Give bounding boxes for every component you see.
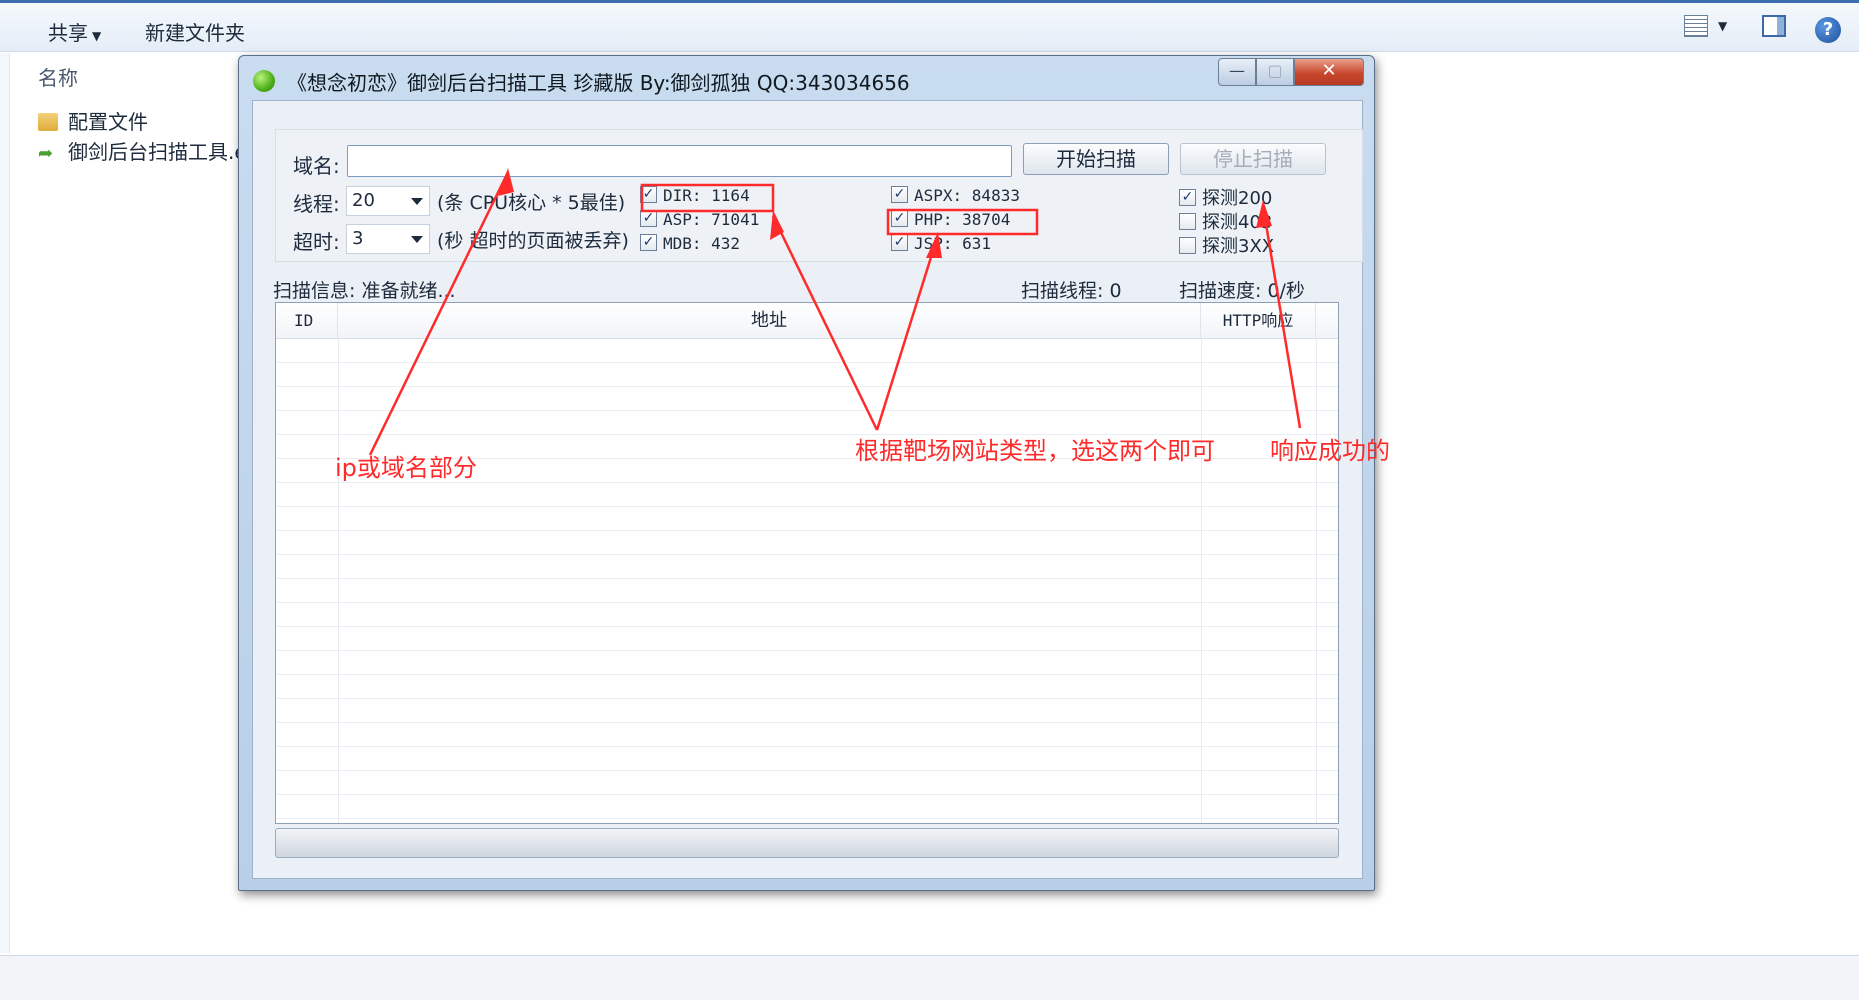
checkbox-box[interactable]: ✓ [891, 186, 908, 203]
checkbox-probe-200[interactable]: ✓ 探测200 [1179, 184, 1272, 210]
threads-value: 20 [352, 190, 375, 211]
domain-input[interactable] [347, 145, 1012, 177]
checkbox-probe-403[interactable]: 探测403 [1179, 208, 1272, 234]
threads-select[interactable]: 20 [346, 186, 430, 216]
column-header-id[interactable]: ID [276, 303, 338, 339]
stop-scan-button[interactable]: 停止扫描 [1180, 143, 1326, 175]
checkbox-box[interactable]: ✓ [640, 210, 657, 227]
checkbox-label: PHP: 38704 [914, 210, 1011, 229]
help-icon[interactable]: ? [1815, 17, 1841, 43]
timeout-label: 超时: [293, 230, 340, 254]
timeout-select[interactable]: 3 [346, 224, 430, 254]
column-header-name[interactable]: 名称 [38, 62, 78, 91]
file-name: 配置文件 [68, 110, 148, 134]
dropdown-arrow-icon[interactable] [411, 236, 423, 243]
preview-pane-icon[interactable] [1762, 15, 1786, 37]
table-header: ID 地址 HTTP响应 [276, 303, 1338, 339]
checkbox-php[interactable]: ✓ PHP: 38704 [891, 210, 1010, 229]
start-scan-button[interactable]: 开始扫描 [1023, 143, 1169, 175]
checkbox-label: ASP: 71041 [663, 210, 760, 229]
timeout-hint: (秒 超时的页面被丢弃) [437, 230, 629, 252]
checkbox-label: ASPX: 84833 [914, 186, 1020, 205]
column-divider [1201, 339, 1202, 823]
checkbox-box[interactable]: ✓ [891, 210, 908, 227]
checkbox-mdb[interactable]: ✓ MDB: 432 [640, 234, 740, 253]
checkbox-box[interactable]: ✓ [640, 234, 657, 251]
list-item[interactable]: 配置文件 [38, 106, 148, 135]
minimize-button[interactable]: — [1218, 58, 1256, 86]
domain-label: 域名: [293, 154, 340, 178]
checkbox-dir[interactable]: ✓ DIR: 1164 [640, 186, 750, 205]
chevron-down-icon: ▼ [92, 29, 102, 43]
annotation-success-note: 响应成功的 [1270, 437, 1390, 465]
column-divider [1316, 339, 1317, 823]
column-header-http-response[interactable]: HTTP响应 [1201, 303, 1316, 339]
share-menu-button[interactable]: 共享 ▼ [48, 17, 101, 46]
share-label: 共享 [48, 21, 88, 45]
checkbox-label: 探测200 [1202, 188, 1273, 209]
results-table[interactable]: ID 地址 HTTP响应 [275, 302, 1339, 824]
chevron-down-icon[interactable]: ▼ [1718, 19, 1727, 33]
scan-info-status: 扫描信息: 准备就绪... [273, 280, 456, 302]
close-button[interactable]: ✕ [1294, 58, 1364, 86]
view-options-icon[interactable] [1684, 15, 1708, 37]
annotation-site-type-note: 根据靶场网站类型，选这两个即可 [855, 437, 1215, 465]
list-item[interactable]: ➦ 御剑后台扫描工具.exe [38, 136, 270, 165]
explorer-status-bar [0, 955, 1859, 1000]
checkbox-label: DIR: 1164 [663, 186, 750, 205]
checkbox-box[interactable] [1179, 212, 1196, 230]
maximize-button[interactable]: ▢ [1256, 58, 1294, 86]
checkbox-box[interactable]: ✓ [640, 186, 657, 203]
checkbox-label: 探测3XX [1202, 236, 1275, 257]
checkbox-label: 探测403 [1202, 212, 1273, 233]
window-title: 《想念初恋》御剑后台扫描工具 珍藏版 By:御剑孤独 QQ:343034656 [287, 71, 910, 95]
app-icon [253, 70, 275, 92]
checkbox-label: MDB: 432 [663, 234, 741, 253]
checkbox-label: JSP: 631 [914, 234, 992, 253]
timeout-value: 3 [352, 228, 364, 249]
column-header-address[interactable]: 地址 [338, 303, 1201, 339]
scan-progress-bar [275, 828, 1339, 858]
checkbox-jsp[interactable]: ✓ JSP: 631 [891, 234, 991, 253]
checkbox-box[interactable]: ✓ [891, 234, 908, 251]
threads-hint: (条 CPU核心 * 5最佳) [437, 192, 626, 214]
window-controls: — ▢ ✕ [1218, 58, 1364, 88]
new-folder-button[interactable]: 新建文件夹 [145, 17, 245, 46]
column-divider [338, 339, 339, 823]
checkbox-probe-3xx[interactable]: 探测3XX [1179, 232, 1274, 258]
threads-label: 线程: [293, 192, 340, 216]
checkbox-box[interactable] [1179, 236, 1196, 254]
scan-speed-status: 扫描速度: 0/秒 [1179, 280, 1305, 302]
checkbox-box[interactable]: ✓ [1179, 188, 1196, 206]
checkbox-asp[interactable]: ✓ ASP: 71041 [640, 210, 759, 229]
dropdown-arrow-icon[interactable] [411, 198, 423, 205]
shortcut-arrow-icon: ➦ [38, 142, 54, 164]
navigation-pane [0, 53, 10, 953]
annotation-domain-note: ip或域名部分 [335, 454, 477, 482]
explorer-toolbar: 共享 ▼ 新建文件夹 ▼ ? [0, 0, 1859, 52]
table-body[interactable] [276, 339, 1338, 823]
checkbox-aspx[interactable]: ✓ ASPX: 84833 [891, 186, 1020, 205]
scan-threads-status: 扫描线程: 0 [1021, 280, 1122, 302]
folder-icon [38, 112, 58, 131]
